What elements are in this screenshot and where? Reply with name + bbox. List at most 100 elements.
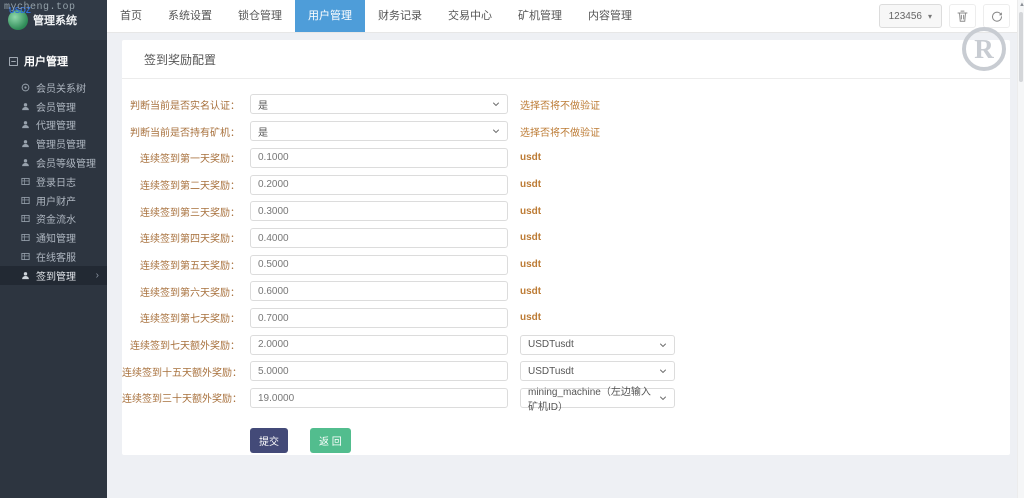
form-actions: 提交 返 回 [250, 428, 1010, 454]
refresh-button[interactable] [983, 4, 1010, 28]
unit-label: usdt [520, 258, 542, 270]
sidebar-item[interactable]: 代理管理 [0, 116, 107, 135]
reward-input[interactable] [250, 174, 508, 195]
sidebar-item-label: 代理管理 [36, 121, 76, 133]
reward-input[interactable] [250, 228, 508, 249]
sidebar-section-label: 用户管理 [24, 56, 68, 68]
form-row: 判断当前是否实名认证： 是 选择否将不做验证 [122, 91, 1010, 118]
config-card: 签到奖励配置 判断当前是否实名认证： 是 选择否将不做验证 判断当前是否持有矿机… [122, 40, 1010, 455]
collapse-minus-icon [9, 56, 18, 66]
reward-input[interactable] [250, 201, 508, 222]
chevron-down-icon [659, 394, 667, 402]
sidebar-item[interactable]: 用户财产 [0, 191, 107, 210]
unit-label: usdt [520, 178, 542, 190]
field-label: 连续签到十五天额外奖励： [122, 367, 242, 379]
field-label: 连续签到第四天奖励： [140, 234, 240, 246]
globe-logo-icon: USDZ [8, 6, 31, 30]
field-label: 连续签到第三天奖励： [140, 207, 240, 219]
refresh-icon [991, 10, 1003, 22]
field-label: 连续签到第一天奖励： [140, 154, 240, 166]
sidebar-item[interactable]: 会员管理 [0, 97, 107, 116]
page-scrollbar[interactable]: ▲ [1017, 0, 1024, 498]
unit-select-wrap: USDTusdt [520, 361, 675, 382]
nav-tab[interactable]: 矿机管理 [505, 0, 575, 32]
form-row: 连续签到第五天奖励： usdt [122, 251, 1010, 278]
sidebar-item[interactable]: 会员关系树 [0, 78, 107, 97]
nav-tab[interactable]: 系统设置 [155, 0, 225, 32]
scroll-up-icon[interactable]: ▲ [1019, 2, 1024, 8]
field-label: 连续签到七天额外奖励： [130, 341, 240, 353]
unit-label: usdt [520, 285, 542, 297]
nav-tab[interactable]: 交易中心 [435, 0, 505, 32]
sidebar-item-label: 在线客服 [36, 253, 76, 265]
account-label: 123456 [888, 10, 922, 22]
selected-option: 是 [258, 127, 268, 139]
trash-icon [957, 10, 968, 22]
sidebar-item-label: 签到管理 [36, 271, 76, 283]
form-row: 判断当前是否持有矿机： 是 选择否将不做验证 [122, 118, 1010, 145]
unit-select-wrap: USDTusdt [520, 334, 675, 355]
chevron-down-icon [659, 367, 667, 375]
nav-tab[interactable]: 财务记录 [365, 0, 435, 32]
nav-tab[interactable]: 内容管理 [575, 0, 645, 32]
field-label: 连续签到三十天额外奖励： [122, 394, 242, 406]
form-row: 连续签到第一天奖励： usdt [122, 144, 1010, 171]
target-icon [21, 83, 30, 92]
topbar-controls: 123456 ▾ [878, 4, 1010, 28]
sidebar-item[interactable]: 通知管理 [0, 228, 107, 247]
chevron-down-icon [492, 100, 500, 108]
user-icon [21, 139, 30, 148]
form-row: 连续签到十五天额外奖励： USDTusdt [122, 358, 1010, 385]
field-label: 连续签到第七天奖励： [140, 314, 240, 326]
form-row: 连续签到第四天奖励： usdt [122, 224, 1010, 251]
sidebar-item[interactable]: 登录日志 [0, 172, 107, 191]
form-row: 连续签到第三天奖励： usdt [122, 198, 1010, 225]
reward-input[interactable] [250, 254, 508, 275]
sidebar-item-label: 会员等级管理 [36, 159, 96, 171]
reward-input[interactable] [250, 361, 508, 382]
submit-button[interactable]: 提交 [250, 428, 288, 454]
sidebar-section-users[interactable]: 用户管理 [0, 49, 107, 78]
scroll-thumb[interactable] [1019, 12, 1023, 82]
selected-option: USDTusdt [528, 339, 574, 351]
reward-input[interactable] [250, 388, 508, 409]
grid-icon [21, 177, 30, 186]
dropdown-select[interactable]: mining_machine（左边输入矿机ID） [520, 387, 675, 413]
app-title: 管理系统 [33, 15, 77, 27]
form-row: 连续签到第二天奖励： usdt [122, 171, 1010, 198]
sidebar-item[interactable]: 签到管理 › [0, 265, 107, 285]
nav-tab[interactable]: 用户管理 [295, 0, 365, 32]
trash-button[interactable] [949, 4, 976, 28]
nav-tab[interactable]: 锁仓管理 [225, 0, 295, 32]
dropdown-select[interactable]: USDTusdt [520, 361, 675, 382]
page-title: 签到奖励配置 [122, 40, 1010, 79]
account-dropdown[interactable]: 123456 ▾ [878, 4, 942, 28]
user-icon [21, 158, 30, 167]
form-row: 连续签到三十天额外奖励： mining_machine（左边输入矿机ID） [122, 385, 1010, 413]
sidebar-item[interactable]: 管理员管理 [0, 134, 107, 153]
sidebar-menu: 用户管理 会员关系树 会员管理 代理管理 管理员管理 会员等级管理 登录日志 用… [0, 40, 107, 285]
back-button[interactable]: 返 回 [310, 428, 351, 454]
grid-icon [21, 252, 30, 261]
sidebar-item-label: 会员关系树 [36, 83, 86, 95]
dropdown-select[interactable]: USDTusdt [520, 334, 675, 355]
sidebar-item[interactable]: 在线客服 [0, 247, 107, 266]
field-label: 连续签到第二天奖励： [140, 180, 240, 192]
reward-input[interactable] [250, 334, 508, 355]
nav-tab[interactable]: 首页 [107, 0, 155, 32]
sidebar-item[interactable]: 资金流水 [0, 210, 107, 229]
sidebar-item[interactable]: 会员等级管理 [0, 153, 107, 172]
form-row: 连续签到第七天奖励： usdt [122, 305, 1010, 332]
selected-option: 是 [258, 100, 268, 112]
main-content: 签到奖励配置 判断当前是否实名认证： 是 选择否将不做验证 判断当前是否持有矿机… [107, 33, 1024, 498]
helper-text: 选择否将不做验证 [520, 127, 600, 139]
reward-input[interactable] [250, 281, 508, 302]
selected-option: mining_machine（左边输入矿机ID） [528, 386, 651, 413]
chevron-down-icon: ▾ [927, 11, 932, 21]
sidebar-item-label: 会员管理 [36, 102, 76, 114]
reward-input[interactable] [250, 308, 508, 329]
sidebar-item-label: 资金流水 [36, 215, 76, 227]
reward-input[interactable] [250, 147, 508, 168]
dropdown-select[interactable]: 是 [250, 94, 508, 115]
dropdown-select[interactable]: 是 [250, 121, 508, 142]
